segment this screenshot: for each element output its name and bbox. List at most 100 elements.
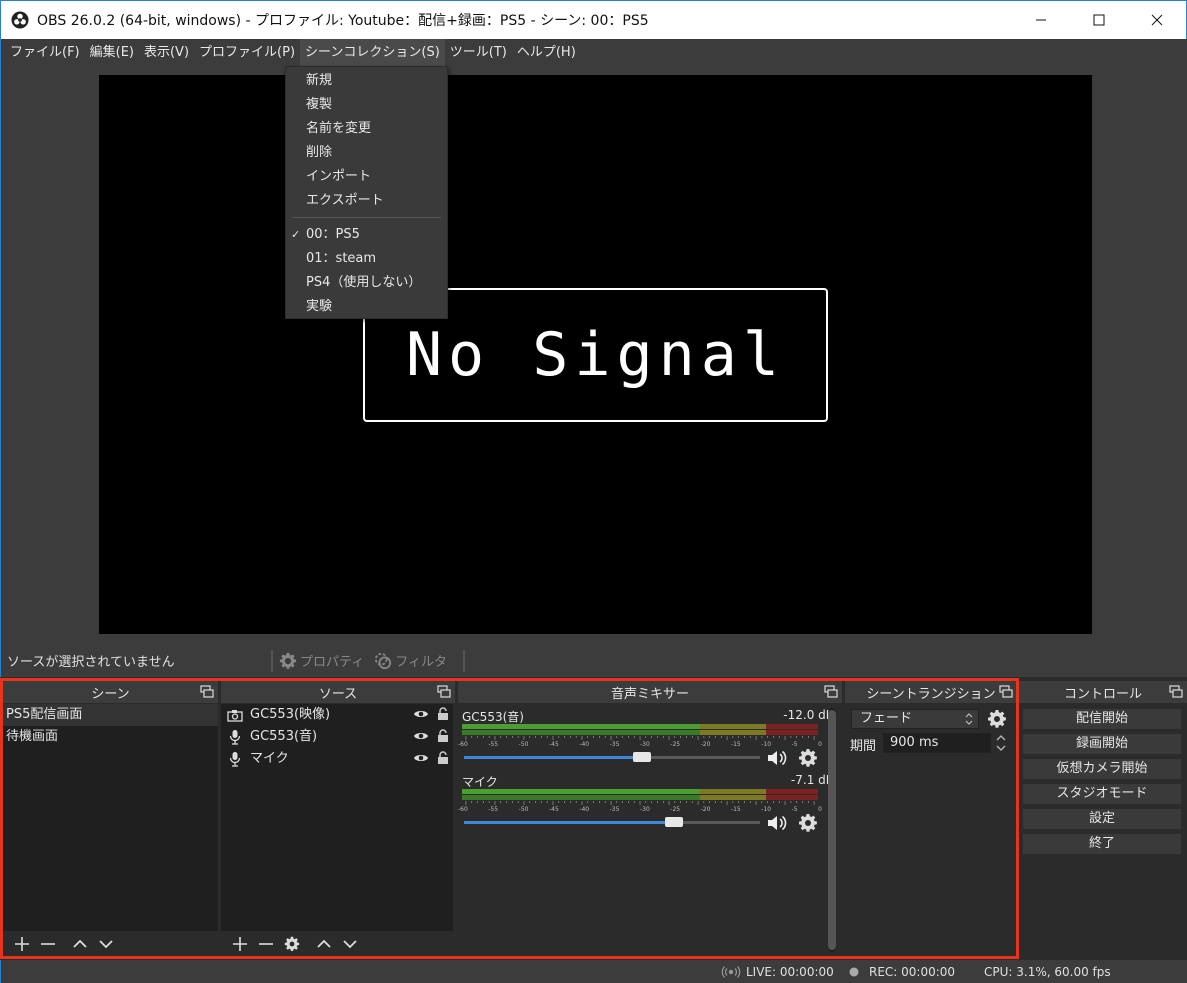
controls-dock: コントロール 配信開始 録画開始 仮想カメラ開始 スタジオモード 設定 終了: [1019, 681, 1187, 957]
meter-tick-label: -15: [730, 741, 741, 748]
start-recording-button[interactable]: 録画開始: [1022, 733, 1182, 755]
menu-scene-collection[interactable]: シーンコレクション(S): [300, 39, 445, 66]
remove-source-button[interactable]: [253, 933, 279, 955]
start-virtual-camera-button[interactable]: 仮想カメラ開始: [1022, 758, 1182, 780]
gear-icon[interactable]: [798, 748, 818, 768]
mixer-scrollbar-thumb[interactable]: [828, 710, 836, 950]
menu-item-collection-ps5[interactable]: ✓ 00：PS5: [286, 223, 447, 247]
source-item[interactable]: マイク: [221, 748, 453, 770]
duration-input[interactable]: 900 ms: [883, 733, 991, 753]
menu-item-collection-experiment[interactable]: 実験: [286, 295, 447, 319]
meter-tick-labels: -60 -55 -50 -45 -40 -35 -30 -25 -20 -15 -10 -5 0: [458, 806, 822, 813]
cpu-status: CPU: 3.1%, 60.00 fps: [984, 965, 1111, 979]
scenes-list[interactable]: PS5配信画面 待機画面: [3, 704, 218, 931]
minimize-button[interactable]: [1012, 1, 1070, 39]
source-item[interactable]: GC553(映像): [221, 704, 453, 726]
settings-button[interactable]: 設定: [1022, 808, 1182, 830]
menu-item-collection-ps4[interactable]: PS4（使用しない）: [286, 271, 447, 295]
volume-slider-thumb[interactable]: [633, 752, 651, 762]
speaker-icon[interactable]: [766, 813, 788, 833]
source-item[interactable]: GC553(音): [221, 726, 453, 748]
meter-tick-label: -15: [730, 806, 741, 813]
volume-slider-thumb[interactable]: [665, 817, 683, 827]
menu-item-delete[interactable]: 削除: [286, 141, 447, 165]
menu-item-rename[interactable]: 名前を変更: [286, 117, 447, 141]
menu-profile[interactable]: プロファイル(P): [194, 39, 300, 66]
meter-tick-label: -40: [579, 741, 590, 748]
sources-dock-title: ソース: [221, 681, 455, 703]
close-button[interactable]: [1128, 1, 1186, 39]
minimize-icon: [1036, 19, 1046, 21]
source-toolbar: ソースが選択されていません プロパティ フィルタ: [0, 644, 1187, 677]
toolbar-separator: [271, 649, 273, 672]
unlock-icon[interactable]: [437, 751, 449, 765]
volume-slider-fill: [464, 821, 674, 824]
menu-item-collection-steam[interactable]: 01：steam: [286, 247, 447, 271]
filters-button[interactable]: フィルタ: [374, 651, 447, 670]
transition-select[interactable]: フェード: [851, 709, 979, 729]
menu-item-import[interactable]: インポート: [286, 165, 447, 189]
menu-view[interactable]: 表示(V): [139, 39, 194, 66]
meter-tick-label: -55: [488, 806, 499, 813]
transition-settings-gear-icon[interactable]: [987, 709, 1007, 729]
scenes-dock-title: シーン: [3, 681, 218, 703]
mixer-scrollbar[interactable]: [828, 708, 836, 952]
controls-dock-title: コントロール: [1019, 681, 1187, 703]
no-signal-text: No Signal: [405, 320, 786, 390]
studio-mode-button[interactable]: スタジオモード: [1022, 783, 1182, 805]
source-properties-button[interactable]: [279, 933, 305, 955]
transitions-title: シーントランジション: [866, 686, 996, 702]
audio-mixer-dock: 音声ミキサー GC553(音) -12.0 dB -60 -55 -50 -45 -40…: [458, 681, 842, 957]
maximize-button[interactable]: [1070, 1, 1128, 39]
move-source-down-button[interactable]: [337, 933, 363, 955]
transition-selected: フェード: [860, 711, 913, 726]
meter-tick-label: -40: [579, 806, 590, 813]
undock-icon[interactable]: [1169, 685, 1183, 698]
spinbox-arrows-icon[interactable]: [995, 733, 1007, 753]
menu-item-duplicate[interactable]: 複製: [286, 93, 447, 117]
speaker-icon[interactable]: [766, 748, 788, 768]
gear-icon[interactable]: [798, 813, 818, 833]
unlock-icon[interactable]: [437, 707, 449, 721]
properties-button[interactable]: プロパティ: [279, 651, 364, 670]
add-source-button[interactable]: [227, 933, 253, 955]
meter-tick-label: -45: [548, 806, 559, 813]
unlock-icon[interactable]: [437, 729, 449, 743]
plus-icon: [15, 937, 29, 951]
channel-name: GC553(音): [462, 710, 524, 724]
mixer-channel: GC553(音) -12.0 dB -60 -55 -50 -45 -40 -35 -30-…: [458, 708, 842, 772]
remove-scene-button[interactable]: [35, 933, 61, 955]
exit-button[interactable]: 終了: [1022, 833, 1182, 855]
eye-icon[interactable]: [413, 708, 429, 720]
gear-icon: [284, 936, 300, 952]
scene-item[interactable]: 待機画面: [3, 726, 218, 748]
meter-tick-label: -25: [670, 806, 681, 813]
sources-list[interactable]: GC553(映像) GC553(音) マイク: [221, 704, 453, 931]
preview-canvas[interactable]: No Signal: [99, 75, 1092, 634]
duration-label: 期間: [850, 739, 877, 754]
undock-icon[interactable]: [200, 685, 214, 698]
eye-icon[interactable]: [413, 730, 429, 742]
chevron-up-icon: [73, 939, 87, 948]
scene-collection-dropdown: 新規 複製 名前を変更 削除 インポート エクスポート ✓ 00：PS5 01：…: [285, 66, 448, 319]
eye-icon[interactable]: [413, 752, 429, 764]
mixer-channel: マイク -7.1 dB -60 -55 -50 -45 -40 -35 -30 -25 -20-…: [458, 773, 842, 837]
menu-file[interactable]: ファイル(F): [5, 39, 85, 66]
start-streaming-button[interactable]: 配信開始: [1022, 708, 1182, 730]
menu-tools[interactable]: ツール(T): [445, 39, 512, 66]
menu-help[interactable]: ヘルプ(H): [512, 39, 581, 66]
undock-icon[interactable]: [824, 685, 838, 698]
volume-slider[interactable]: [464, 752, 760, 762]
undock-icon[interactable]: [999, 685, 1013, 698]
volume-slider[interactable]: [464, 817, 760, 827]
move-source-up-button[interactable]: [311, 933, 337, 955]
move-scene-up-button[interactable]: [67, 933, 93, 955]
add-scene-button[interactable]: [9, 933, 35, 955]
menu-item-new[interactable]: 新規: [286, 69, 447, 93]
undock-icon[interactable]: [437, 685, 451, 698]
menu-edit[interactable]: 編集(E): [85, 39, 139, 66]
scene-item[interactable]: PS5配信画面: [3, 704, 218, 726]
move-scene-down-button[interactable]: [93, 933, 119, 955]
source-label: GC553(音): [250, 729, 318, 744]
menu-item-export[interactable]: エクスポート: [286, 189, 447, 213]
